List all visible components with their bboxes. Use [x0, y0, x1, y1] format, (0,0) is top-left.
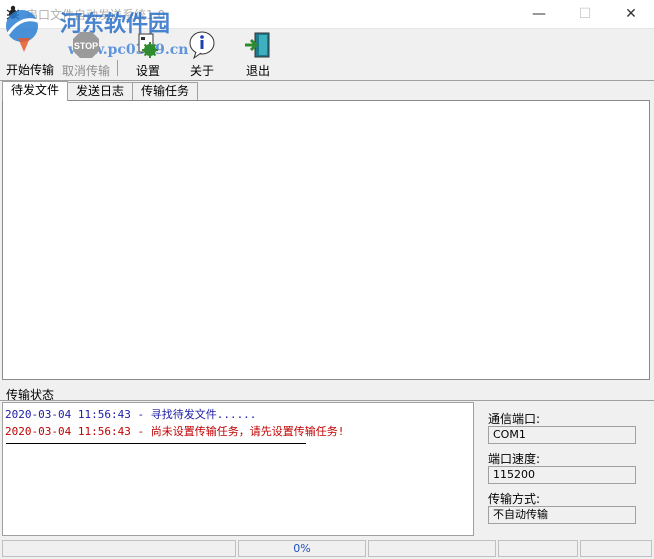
port-value: COM1 [488, 426, 636, 444]
start-transfer-label: 开始传输 [5, 63, 54, 77]
statusbar-panel [580, 540, 652, 557]
statusbar-panel [498, 540, 578, 557]
mode-value: 不自动传输 [488, 506, 636, 524]
tab-transfer-tasks[interactable]: 传输任务 [132, 82, 199, 100]
log-divider [6, 443, 306, 444]
speed-value: 115200 [488, 466, 636, 484]
speed-label: 端口速度: [488, 452, 541, 466]
stop-icon: STOP [70, 30, 102, 60]
start-transfer-button[interactable]: 开始传输 [4, 30, 56, 78]
close-button[interactable]: ✕ [608, 0, 654, 28]
port-label: 通信端口: [488, 412, 541, 426]
tab-bar: 待发文件 发送日志 传输任务 [2, 81, 199, 101]
title-bar: 串口文件自动发送系统1.0 河东软件园 www.pc0359.cn — ☐ ✕ [0, 0, 654, 58]
exit-label: 退出 [245, 64, 270, 78]
statusbar-panel [2, 540, 236, 557]
cancel-transfer-label: 取消传输 [61, 64, 110, 78]
statusbar-panel [368, 540, 496, 557]
about-button[interactable]: 关于 [184, 30, 220, 78]
status-bar: 0% [0, 538, 654, 559]
tab-pending-files[interactable]: 待发文件 [2, 81, 69, 101]
tab-send-log[interactable]: 发送日志 [67, 82, 134, 100]
info-icon [186, 30, 218, 60]
minimize-button[interactable]: — [516, 0, 562, 28]
about-label: 关于 [189, 64, 214, 78]
progress-indicator: 0% [238, 540, 366, 557]
toolbar-separator [117, 60, 118, 76]
exit-door-icon [242, 30, 274, 60]
status-log[interactable]: 2020-03-04 11:56:43 - 寻找待发文件...... 2020-… [2, 402, 474, 536]
port-info-panel: 通信端口: COM1 端口速度: 115200 传输方式: 不自动传输 [476, 402, 654, 536]
exit-button[interactable]: 退出 [240, 30, 276, 78]
mode-label: 传输方式: [488, 492, 541, 506]
settings-label: 设置 [135, 64, 160, 78]
start-transfer-icon [14, 30, 46, 59]
maximize-button[interactable]: ☐ [562, 0, 608, 28]
toolbar: 开始传输 STOP 取消传输 设置 关于 退出 [0, 28, 654, 81]
log-line: 2020-03-04 11:56:43 - 尚未设置传输任务，请先设置传输任务! [5, 425, 345, 438]
svg-text:STOP: STOP [74, 41, 98, 51]
cancel-transfer-button[interactable]: STOP 取消传输 [60, 30, 112, 78]
log-line: 2020-03-04 11:56:43 - 寻找待发文件...... [5, 408, 257, 421]
pending-files-list[interactable] [2, 100, 650, 380]
settings-icon [132, 30, 164, 60]
settings-button[interactable]: 设置 [130, 30, 166, 78]
